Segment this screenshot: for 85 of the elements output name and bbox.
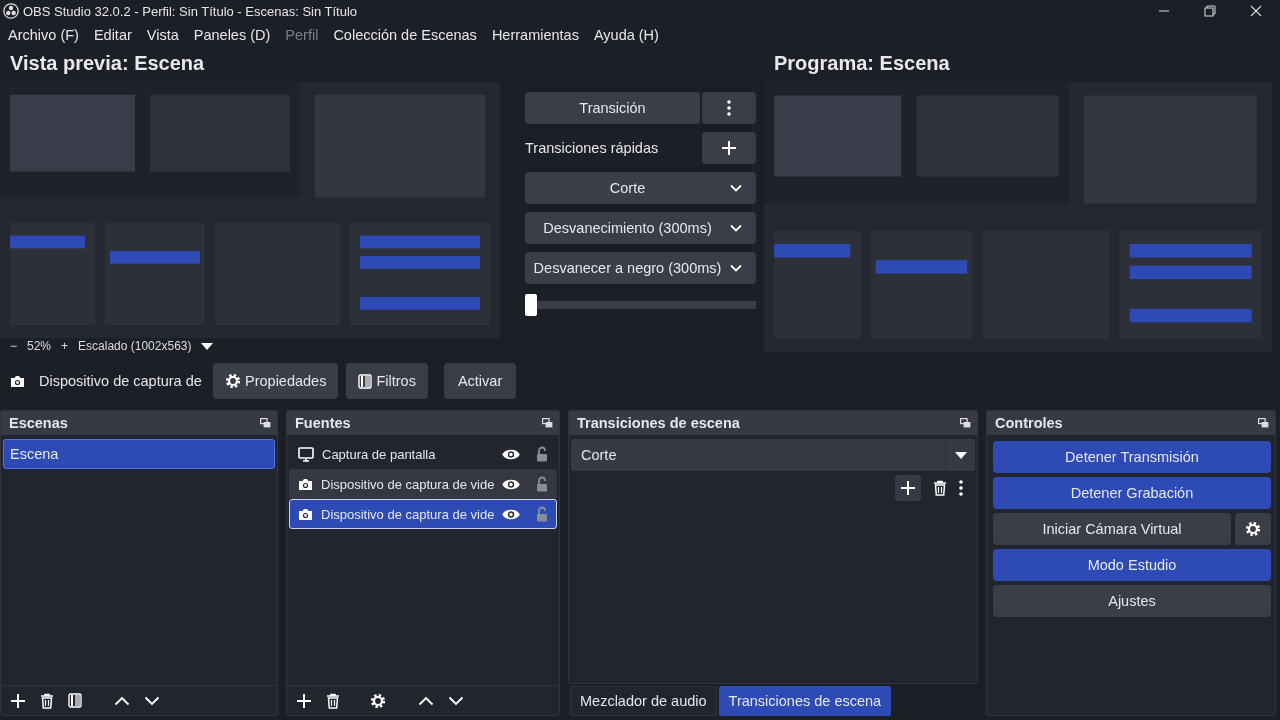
eye-icon[interactable] [502,477,521,491]
zoom-level: 52% [27,339,52,353]
control-button[interactable]: Detener Transmisión [993,441,1271,473]
more-button[interactable] [702,92,756,124]
close-icon[interactable] [1250,5,1262,17]
gear-icon[interactable] [370,692,386,709]
chevron-down-icon [730,264,742,272]
source-item[interactable]: Dispositivo de captura de vide [289,499,557,529]
camera-icon [298,507,313,521]
source-item[interactable]: Captura de pantalla [289,439,557,469]
filters-button[interactable]: Filtros [346,363,428,399]
scene-item[interactable]: Escena [3,439,275,469]
eye-icon[interactable] [502,507,521,521]
undock-icon[interactable] [542,418,553,428]
settings-button[interactable] [1235,513,1271,545]
source-name: Dispositivo de captura de [39,373,199,389]
dock-title: Transiciones de escena [577,415,740,431]
control-button[interactable]: Iniciar Cámara Virtual [993,513,1231,545]
gear-icon [225,373,241,389]
undock-icon[interactable] [1258,418,1269,428]
zoom-in-button[interactable]: + [61,339,69,353]
add-button[interactable] [895,475,921,501]
transition-button[interactable]: Transición [525,92,700,124]
chevron-up-icon[interactable] [418,695,434,706]
lock-icon[interactable] [536,476,549,492]
logo-icon [3,3,19,19]
more-icon [727,100,731,116]
add-button[interactable] [702,132,756,164]
control-button[interactable]: Ajustes [993,585,1271,617]
menu-item[interactable]: Ayuda (H) [593,27,659,43]
quick-transitions-label: Transiciones rápidas [525,140,660,156]
transition-dropdown[interactable]: Corte [571,439,975,471]
menu-item[interactable]: Vista [146,27,179,43]
gear-icon [1245,521,1261,537]
chevron-down-icon[interactable] [144,695,160,706]
menu-item[interactable]: Paneles (D) [193,27,271,43]
preview-title: Vista previa: Escena [9,51,206,76]
menu-item[interactable]: Colección de Escenas [333,27,477,43]
undock-icon[interactable] [960,418,971,428]
caret-icon[interactable] [201,342,214,350]
plus-icon[interactable] [10,692,26,709]
chevron-down-icon [730,184,742,192]
source-label: Dispositivo de captura de vide [321,476,495,492]
zoom-out-button[interactable]: − [10,339,17,353]
control-button[interactable]: Detener Grabación [993,477,1271,509]
menu-item[interactable]: Herramientas [491,27,579,43]
trash-icon[interactable] [40,692,54,709]
scaling-label: Escalado (1002x563) [78,339,192,353]
control-button[interactable]: Modo Estudio [993,549,1271,581]
filter-icon [358,373,373,389]
camera-icon [10,374,25,388]
menu-item[interactable]: Editar [93,27,132,43]
program-title: Programa: Escena [773,51,951,76]
plus-icon [721,140,737,156]
plus-icon [900,480,916,496]
dock-tab[interactable]: Mezclador de audio [570,686,717,716]
caret-icon [954,451,967,459]
trash-icon[interactable] [933,480,947,496]
camera-icon [298,477,313,491]
chevron-down-icon [730,224,742,232]
monitor-icon [298,446,314,462]
menu-item[interactable]: Archivo (F) [8,27,79,43]
properties-button[interactable]: Propiedades [213,363,339,399]
dock-title: Escenas [9,415,68,431]
plus-icon[interactable] [296,692,312,709]
quick-transition-dropdown[interactable]: Desvanecimiento (300ms) [525,212,756,244]
chevron-down-icon[interactable] [448,695,464,706]
more-icon[interactable] [959,480,963,496]
eye-icon[interactable] [502,447,520,461]
lock-icon[interactable] [536,446,548,462]
dock-tab[interactable]: Transiciones de escena [718,686,892,716]
quick-transition-dropdown[interactable]: Corte [525,172,756,204]
restore-icon[interactable] [1204,5,1216,17]
source-label: Captura de pantalla [322,446,437,462]
source-item[interactable]: Dispositivo de captura de vide [289,469,557,499]
source-label: Dispositivo de captura de vide [321,506,495,522]
window-title: OBS Studio 32.0.2 - Perfil: Sin Título - Escenas: Sin Título [23,3,359,19]
trash-icon[interactable] [326,692,340,709]
chevron-up-icon[interactable] [114,695,130,706]
filter-icon[interactable] [68,693,82,708]
dock-title: Fuentes [295,415,351,431]
dock-title: Controles [995,415,1063,431]
undock-icon[interactable] [260,418,271,428]
quick-transition-dropdown[interactable]: Desvanecer a negro (300ms) [525,252,756,284]
activate-button[interactable]: Activar [443,363,517,399]
